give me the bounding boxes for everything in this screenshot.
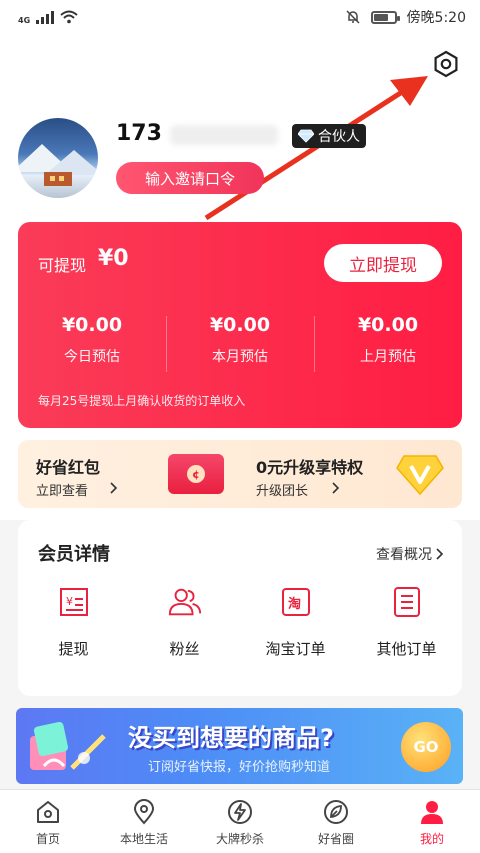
vip-diamond-icon (396, 455, 444, 496)
chevron-right-icon (332, 482, 340, 494)
grid-taobao-orders[interactable]: 淘 淘宝订单 (240, 584, 351, 659)
earnings-stats: ¥0.00 今日预估 ¥0.00 本月预估 ¥0.00 上月预估 (18, 314, 462, 372)
earnings-card: 可提现 ¥0 立即提现 ¥0.00 今日预估 ¥0.00 本月预估 ¥0.00 … (18, 222, 462, 428)
level-label: 合伙人 (318, 129, 360, 145)
grid-other-orders[interactable]: 其他订单 (351, 584, 462, 659)
taobao-order-icon: 淘 (278, 584, 314, 620)
other-order-icon (389, 584, 425, 620)
member-details-title: 会员详情 (38, 544, 110, 565)
leaf-icon (322, 798, 350, 826)
svg-text:淘: 淘 (288, 596, 301, 612)
wifi-icon (60, 10, 78, 24)
profile-icon (418, 798, 446, 826)
member-details-panel: 会员详情 查看概况 ¥ 提现 粉丝 淘 淘宝订单 其他订单 (18, 520, 462, 696)
tab-local-life[interactable]: 本地生活 (96, 790, 192, 853)
signal-icon (36, 10, 55, 24)
grid-label: 淘宝订单 (265, 640, 326, 658)
home-icon (34, 798, 62, 826)
tab-label: 好省圈 (317, 832, 354, 846)
stat-last-month[interactable]: ¥0.00 上月预估 (314, 314, 462, 372)
fans-icon (167, 584, 203, 620)
invite-code-button[interactable]: 输入邀请口令 (116, 162, 264, 194)
mute-bell-icon (346, 10, 360, 24)
tab-label: 大牌秒杀 (215, 832, 264, 846)
grid-fans[interactable]: 粉丝 (129, 584, 240, 659)
stat-label: 本月预估 (212, 349, 268, 365)
tab-label: 我的 (419, 832, 444, 846)
tab-label: 本地生活 (119, 832, 168, 846)
tab-mine[interactable]: 我的 (384, 790, 480, 853)
settings-button[interactable] (430, 48, 462, 80)
tab-savings-circle[interactable]: 好省圈 (288, 790, 384, 853)
stat-value: ¥0.00 (357, 314, 419, 336)
status-time: 傍晚5:20 (406, 10, 466, 26)
red-packet-link: 立即查看 (36, 484, 89, 499)
location-icon (130, 798, 158, 826)
banner-title: 没买到想要的商品? (128, 724, 334, 752)
go-label: GO (413, 738, 439, 756)
chevron-right-icon (110, 482, 118, 494)
diamond-icon (298, 129, 314, 143)
grid-label: 提现 (58, 640, 89, 658)
tab-home[interactable]: 首页 (0, 790, 96, 853)
tab-flash-sale[interactable]: 大牌秒杀 (192, 790, 288, 853)
subscribe-banner[interactable]: 没买到想要的商品? 订阅好省快报，好价抢购秒知道 GO (16, 708, 463, 784)
username-redacted (170, 125, 278, 145)
bottom-tab-bar: 首页 本地生活 大牌秒杀 好省圈 我的 (0, 789, 480, 853)
username: 173 (116, 121, 162, 146)
member-grid: ¥ 提现 粉丝 淘 淘宝订单 其他订单 (18, 584, 462, 659)
grid-label: 粉丝 (169, 640, 200, 658)
stat-this-month[interactable]: ¥0.00 本月预估 (166, 314, 314, 372)
promo-strip: 好省红包 立即查看 ¢ 0元升级享特权 升级团长 (18, 440, 462, 508)
settings-hex-icon (434, 50, 458, 78)
withdraw-now-button[interactable]: 立即提现 (324, 244, 442, 282)
status-bar: 4G 傍晚5:20 (0, 0, 480, 34)
stat-label: 上月预估 (360, 349, 416, 365)
upgrade-title: 0元升级享特权 (256, 458, 364, 477)
stat-value: ¥0.00 (61, 314, 123, 336)
svg-text:¥: ¥ (66, 595, 73, 608)
stat-value: ¥0.00 (209, 314, 271, 336)
withdraw-note: 每月25号提现上月确认收货的订单收入 (38, 394, 246, 408)
tab-label: 首页 (35, 832, 60, 846)
go-button[interactable]: GO (401, 722, 451, 772)
stat-today[interactable]: ¥0.00 今日预估 (18, 314, 166, 366)
banner-subtitle: 订阅好省快报，好价抢购秒知道 (148, 760, 331, 775)
view-overview-label: 查看概况 (376, 547, 432, 563)
banner-illustration (30, 721, 106, 770)
avatar-mountain (46, 150, 98, 174)
avatar-house (44, 172, 72, 186)
avatar[interactable] (18, 118, 98, 198)
stat-label: 今日预估 (64, 349, 120, 365)
battery-icon (370, 10, 400, 24)
grid-label: 其他订单 (376, 640, 437, 658)
upgrade-link: 升级团长 (256, 484, 309, 499)
level-badge: 合伙人 (292, 124, 366, 148)
withdrawable-amount: ¥0 (98, 246, 129, 271)
grid-withdraw[interactable]: ¥ 提现 (18, 584, 129, 659)
status-right: 傍晚5:20 (345, 7, 466, 27)
lightning-icon (226, 798, 254, 826)
chevron-right-icon (436, 548, 444, 560)
withdrawable-label: 可提现 (38, 256, 87, 275)
red-packet-title: 好省红包 (36, 458, 101, 477)
status-left: 4G (18, 10, 78, 25)
view-overview-link[interactable]: 查看概况 (376, 544, 444, 564)
withdraw-icon: ¥ (56, 584, 92, 620)
network-type: 4G (18, 15, 31, 25)
red-packet-icon: ¢ (168, 454, 224, 494)
